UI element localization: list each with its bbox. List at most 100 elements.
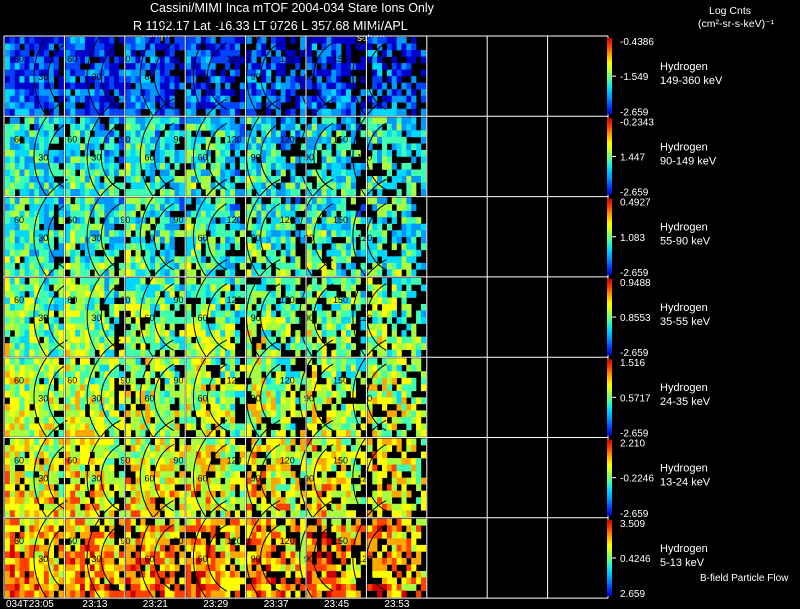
heatmap-cell <box>104 471 110 478</box>
heatmap-cell <box>341 429 347 437</box>
heatmap-cell <box>5 262 11 270</box>
heatmap-cell <box>377 223 383 231</box>
heatmap-cell <box>215 117 221 125</box>
heatmap-cell <box>75 497 81 505</box>
heatmap-cell <box>416 358 422 366</box>
heatmap-cell <box>220 330 226 337</box>
heatmap-cell <box>372 223 378 231</box>
heatmap-cell <box>125 336 131 344</box>
heatmap-cell <box>326 269 332 277</box>
heatmap-cell <box>225 149 231 157</box>
heatmap-cell <box>145 117 151 125</box>
heatmap-cell <box>159 108 166 116</box>
heatmap-cell <box>43 210 50 218</box>
heatmap-cell <box>266 297 272 305</box>
heatmap-cell <box>48 497 54 505</box>
heatmap-cell <box>416 429 422 437</box>
heatmap-cell <box>58 429 64 437</box>
heatmap-cell <box>420 162 427 170</box>
heatmap-cell <box>150 82 156 90</box>
heatmap-cell <box>295 130 301 138</box>
heatmap-cell <box>285 182 291 190</box>
heatmap-cell <box>58 297 64 305</box>
heatmap-cell <box>109 197 115 205</box>
heatmap-cell <box>75 403 81 411</box>
heatmap-cell <box>205 445 211 452</box>
heatmap-cell <box>39 256 45 264</box>
heatmap-cell <box>256 182 262 190</box>
heatmap-cell <box>280 162 286 170</box>
heatmap-cell <box>290 76 296 83</box>
heatmap-cell <box>159 458 166 465</box>
heatmap-cell <box>360 297 366 305</box>
heatmap-cell <box>164 149 170 157</box>
heatmap-cell <box>195 410 202 418</box>
heatmap-cell <box>345 189 352 196</box>
heatmap-cell <box>14 256 20 264</box>
heatmap-cell <box>345 243 352 251</box>
heatmap-cell <box>164 63 170 70</box>
heatmap-cell <box>48 204 54 211</box>
heatmap-cell <box>29 56 35 64</box>
heatmap-cell <box>261 176 267 183</box>
heatmap-cell <box>316 197 322 205</box>
heatmap-cell <box>295 490 301 498</box>
heatmap-cell <box>145 162 151 170</box>
heatmap-cell <box>326 490 332 498</box>
heatmap-cell <box>186 130 192 138</box>
heatmap-cell <box>29 249 35 257</box>
heatmap-cell <box>159 284 166 292</box>
heatmap-cell <box>210 108 216 116</box>
heatmap-cell <box>331 323 337 331</box>
heatmap-cell <box>200 490 206 498</box>
heatmap-cell <box>94 243 100 251</box>
heatmap-cell <box>331 349 337 357</box>
heatmap-cell <box>256 102 262 110</box>
heatmap-cell <box>336 82 342 90</box>
heatmap-cell <box>251 143 257 151</box>
heatmap-cell <box>94 169 100 177</box>
heatmap-cell <box>130 37 136 44</box>
heatmap-cell <box>65 317 71 324</box>
heatmap-cell <box>24 423 30 431</box>
heatmap-cell <box>75 262 81 270</box>
heatmap-cell <box>9 89 16 97</box>
heatmap-cell <box>377 236 383 244</box>
heatmap-cell <box>350 371 356 379</box>
heatmap-cell <box>70 256 76 264</box>
heatmap-cell <box>75 162 81 170</box>
heatmap-cell <box>140 37 146 44</box>
heatmap-cell <box>29 189 35 196</box>
heatmap-cell <box>396 317 402 324</box>
heatmap-cell <box>251 89 257 97</box>
heatmap-cell <box>14 176 20 183</box>
heatmap-cell <box>24 390 30 398</box>
heatmap-cell <box>48 423 54 431</box>
heatmap-cell <box>406 230 412 238</box>
heatmap-cell <box>186 364 192 372</box>
heatmap-cell <box>109 223 115 231</box>
heatmap-cell <box>89 223 95 231</box>
heatmap-cell <box>24 377 30 385</box>
heatmap-cell <box>125 89 131 97</box>
heatmap-cell <box>179 477 185 485</box>
heatmap-cell <box>135 262 141 270</box>
heatmap-cell <box>266 471 272 478</box>
heatmap-cell <box>65 390 71 398</box>
heatmap-cell <box>70 117 76 125</box>
heatmap-cell <box>261 230 267 238</box>
heatmap-cell <box>5 403 11 411</box>
heatmap-cell <box>280 310 286 318</box>
heatmap-cell <box>130 371 136 379</box>
heatmap-cell <box>186 410 192 418</box>
heatmap-cell <box>377 82 383 90</box>
heatmap-cell <box>24 336 30 344</box>
heatmap-cell <box>9 423 16 431</box>
heatmap-cell <box>391 102 397 110</box>
heatmap-cell <box>89 323 95 331</box>
heatmap-cell <box>155 156 161 164</box>
heatmap-cell <box>367 117 373 125</box>
heatmap-cell <box>14 230 20 238</box>
heatmap-cell <box>145 458 151 465</box>
heatmap-cell <box>401 63 407 70</box>
